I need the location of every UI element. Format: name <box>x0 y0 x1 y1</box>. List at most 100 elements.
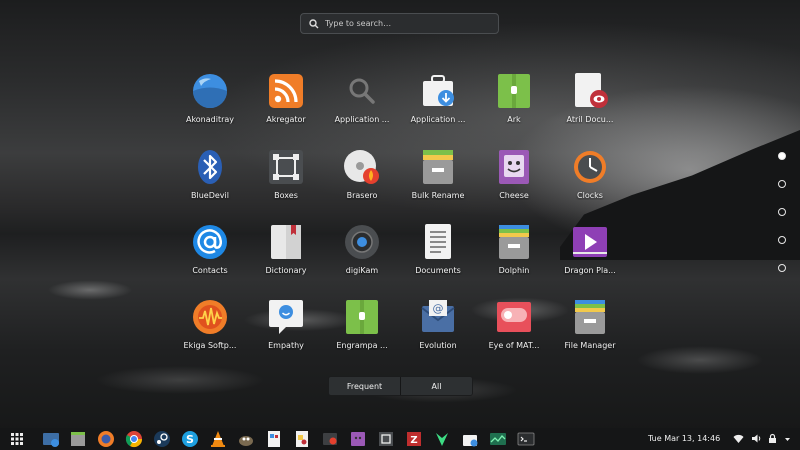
bulk-rename-icon <box>423 150 453 184</box>
eye-of-mate-image-icon <box>497 302 531 332</box>
steam-icon[interactable] <box>153 430 171 448</box>
app-boxes[interactable]: Boxes <box>248 148 324 216</box>
app-dragon-player[interactable]: Dragon Pla... <box>552 223 628 291</box>
dolphin-file-manager-icon <box>499 225 529 259</box>
app-label: Documents <box>415 266 461 275</box>
engrampa-archive-icon <box>346 300 378 334</box>
app-atril[interactable]: Atril Docu... <box>552 72 628 140</box>
page-dot-5[interactable] <box>778 264 786 272</box>
app-label: Application ... <box>410 115 466 124</box>
page-dot-2[interactable] <box>778 180 786 188</box>
ekiga-softphone-icon <box>193 300 227 334</box>
clock[interactable]: Tue Mar 13, 14:46 <box>648 434 720 443</box>
all-button[interactable]: All <box>400 377 472 395</box>
app-label: Eye of MAT... <box>488 341 540 350</box>
frequent-button[interactable]: Frequent <box>329 377 400 395</box>
evolution-mail-icon: @ <box>421 300 455 332</box>
app-ekiga[interactable]: Ekiga Softp... <box>172 298 248 366</box>
bluetooth-icon <box>198 150 222 184</box>
app-label: Akonaditray <box>185 115 235 124</box>
app-application-installer[interactable]: Application ... <box>400 72 476 140</box>
app-label: Dragon Pla... <box>564 266 616 275</box>
app-akonaditray[interactable]: Akonaditray <box>172 72 248 140</box>
application-finder-icon <box>349 78 375 104</box>
app-label: Bulk Rename <box>411 191 465 200</box>
app-cheese[interactable]: Cheese <box>476 148 552 216</box>
app-engrampa[interactable]: Engrampa ... <box>324 298 400 366</box>
app-dolphin[interactable]: Dolphin <box>476 223 552 291</box>
software-center-icon[interactable] <box>461 430 479 448</box>
chrome-icon[interactable] <box>125 430 143 448</box>
app-label: Cheese <box>499 191 529 200</box>
volume-icon[interactable] <box>751 433 762 444</box>
app-clocks[interactable]: Clocks <box>552 148 628 216</box>
files-icon[interactable] <box>69 430 87 448</box>
skype-icon[interactable]: S <box>181 430 199 448</box>
app-label: Dictionary <box>265 266 307 275</box>
app-ark[interactable]: Ark <box>476 72 552 140</box>
emulator-icon[interactable] <box>321 430 339 448</box>
app-bluedevil[interactable]: BlueDevil <box>172 148 248 216</box>
writer-icon[interactable] <box>265 430 283 448</box>
app-dictionary[interactable]: Dictionary <box>248 223 324 291</box>
lock-icon[interactable] <box>767 433 778 444</box>
search-box[interactable] <box>300 13 499 34</box>
akregator-rss-icon <box>269 74 303 108</box>
app-label: Clocks <box>577 191 603 200</box>
app-documents[interactable]: Documents <box>400 223 476 291</box>
firefox-icon[interactable] <box>97 430 115 448</box>
akonaditray-icon <box>193 74 227 108</box>
page-dot-1[interactable] <box>778 152 786 160</box>
power-icon[interactable] <box>782 433 793 444</box>
app-akregator[interactable]: Akregator <box>248 72 324 140</box>
contacts-at-icon <box>193 225 227 259</box>
app-bulk-rename[interactable]: Bulk Rename <box>400 148 476 216</box>
svg-text:@: @ <box>433 302 444 315</box>
app-label: Boxes <box>274 191 298 200</box>
app-label: File Manager <box>564 341 616 350</box>
app-label: Empathy <box>268 341 304 350</box>
clocks-icon <box>574 151 606 183</box>
app-digikam[interactable]: digiKam <box>324 223 400 291</box>
app-empathy[interactable]: Empathy <box>248 298 324 366</box>
screen-capture-icon[interactable] <box>349 430 367 448</box>
app-brasero[interactable]: Brasero <box>324 148 400 216</box>
app-label: Ark <box>507 115 521 124</box>
atril-document-viewer-icon <box>575 73 608 108</box>
app-evolution[interactable]: @ Evolution <box>400 298 476 366</box>
brasero-disc-burner-icon <box>344 150 379 184</box>
search-icon <box>309 18 319 28</box>
app-grid-icon[interactable] <box>8 430 26 448</box>
search-input[interactable] <box>325 19 498 28</box>
android-studio-icon[interactable] <box>433 430 451 448</box>
app-file-manager[interactable]: File Manager <box>552 298 628 366</box>
dictionary-icon <box>271 225 301 259</box>
gimp-icon[interactable] <box>237 430 255 448</box>
ark-archive-icon <box>498 74 530 108</box>
screenshot-tool-icon[interactable] <box>42 430 60 448</box>
application-installer-icon <box>423 75 454 106</box>
boxes-icon <box>269 150 303 184</box>
app-eye-of-mate[interactable]: Eye of MAT... <box>476 298 552 366</box>
app-label: digiKam <box>345 266 379 275</box>
app-label: Atril Docu... <box>566 115 614 124</box>
app-label: Evolution <box>419 341 457 350</box>
app-label: Ekiga Softp... <box>183 341 237 350</box>
empathy-chat-icon <box>269 300 303 334</box>
app-application-finder[interactable]: Application ... <box>324 72 400 140</box>
system-monitor-icon[interactable] <box>489 430 507 448</box>
page-dot-4[interactable] <box>778 236 786 244</box>
terminal-icon[interactable] <box>517 430 535 448</box>
filezilla-icon[interactable]: Z <box>405 430 423 448</box>
app-label: Akregator <box>266 115 306 124</box>
cheese-webcam-icon <box>499 150 529 184</box>
wifi-icon[interactable] <box>733 433 744 444</box>
svg-text:Z: Z <box>410 435 417 446</box>
app-contacts[interactable]: Contacts <box>172 223 248 291</box>
app-label: Contacts <box>192 266 228 275</box>
draw-icon[interactable] <box>293 430 311 448</box>
virtual-machine-icon[interactable] <box>377 430 395 448</box>
documents-icon <box>425 224 451 259</box>
page-dot-3[interactable] <box>778 208 786 216</box>
vlc-icon[interactable] <box>209 430 227 448</box>
